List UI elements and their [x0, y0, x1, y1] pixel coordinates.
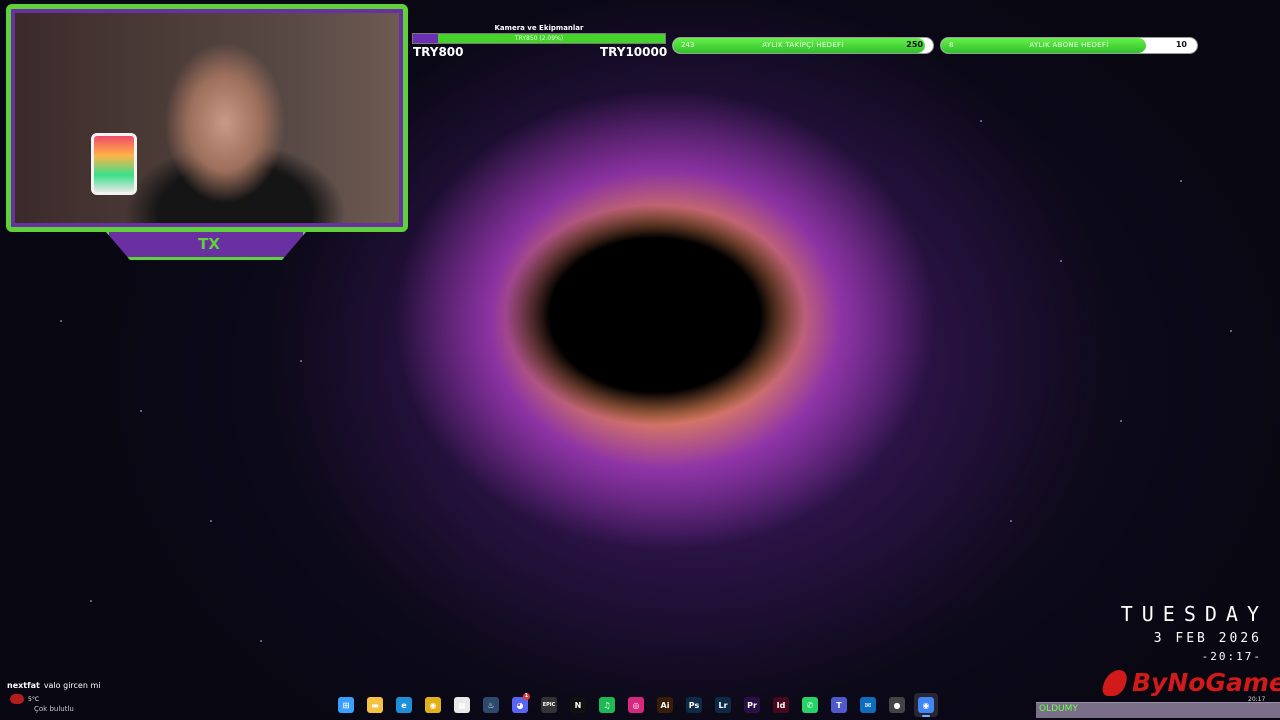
tray-overlay: OLDUMY	[1036, 702, 1280, 718]
spotify-icon[interactable]: ♫	[595, 693, 619, 717]
streamer-logo-icon: TX	[198, 235, 220, 253]
clock-date: 3 FEB 2026	[1153, 631, 1262, 646]
windows-start-icon[interactable]: ⊞	[334, 693, 358, 717]
premiere-icon-glyph: Pr	[744, 697, 760, 713]
webcam-frame	[6, 4, 408, 232]
webcam-feed	[15, 13, 399, 223]
whatsapp-icon[interactable]: ✆	[798, 693, 822, 717]
notification-badge: 1	[523, 693, 530, 700]
instagram-icon-glyph: ◎	[628, 697, 644, 713]
chrome-browser-icon[interactable]: ◉	[421, 693, 445, 717]
illustrator-icon[interactable]: Ai	[653, 693, 677, 717]
follower-goal-max: 250	[906, 40, 923, 49]
microsoft-store-icon[interactable]: ▦	[450, 693, 474, 717]
file-explorer-icon[interactable]: ▬	[363, 693, 387, 717]
steam-icon[interactable]: ♨	[479, 693, 503, 717]
follower-goal-bar: 243 AYLIK TAKİPÇİ HEDEFİ 250	[672, 37, 934, 54]
system-clock[interactable]: 20:17	[1248, 696, 1265, 703]
netflix-icon-glyph: N	[570, 697, 586, 713]
subscriber-goal-label: AYLIK ABONE HEDEFİ	[1029, 41, 1109, 49]
obs-icon-glyph: ●	[889, 697, 905, 713]
chrome-active-icon[interactable]: ◉	[914, 693, 938, 717]
spotify-icon-glyph: ♫	[599, 697, 615, 713]
edge-browser-icon-glyph: e	[396, 697, 412, 713]
whatsapp-icon-glyph: ✆	[802, 697, 818, 713]
microsoft-store-icon-glyph: ▦	[454, 697, 470, 713]
netflix-icon[interactable]: N	[566, 693, 590, 717]
indesign-icon[interactable]: Id	[769, 693, 793, 717]
obs-icon[interactable]: ●	[885, 693, 909, 717]
teams-icon[interactable]: T	[827, 693, 851, 717]
brand-logo: ByNoGame	[1099, 668, 1280, 698]
equipment-goal-min: TRY800	[413, 45, 464, 59]
chat-message: nextfat valo gircen mi	[7, 681, 100, 690]
edge-browser-icon[interactable]: e	[392, 693, 416, 717]
tray-label: OLDUMY	[1039, 704, 1078, 714]
outlook-icon[interactable]: ✉	[856, 693, 880, 717]
discord-icon[interactable]: ◕ 1	[508, 693, 532, 717]
photoshop-icon[interactable]: Ps	[682, 693, 706, 717]
equipment-goal-bar: TRY850 (2.09%)	[412, 33, 666, 44]
clock-day: TUESDAY	[1120, 602, 1268, 626]
brand-name: ByNoGame	[1132, 668, 1280, 697]
rgb-mug	[91, 133, 137, 195]
instagram-icon[interactable]: ◎	[624, 693, 648, 717]
clock-time: -20:17-	[1201, 650, 1262, 663]
photoshop-icon-glyph: Ps	[686, 697, 702, 713]
equipment-goal-max: TRY10000	[600, 45, 668, 59]
outlook-icon-glyph: ✉	[860, 697, 876, 713]
subscriber-goal-bar: 8 AYLIK ABONE HEDEFİ 10	[940, 37, 1198, 54]
chrome-browser-icon-glyph: ◉	[425, 697, 441, 713]
illustrator-icon-glyph: Ai	[657, 697, 673, 713]
taskbar: ⊞ ▬ e ◉ ▦ ♨ ◕ 1 EPIC N ♫ ◎ Ai Ps Lr Pr Id ✆ T ✉ ● ◉	[334, 692, 938, 718]
lightroom-icon-glyph: Lr	[715, 697, 731, 713]
indesign-icon-glyph: Id	[773, 697, 789, 713]
steam-icon-glyph: ♨	[483, 697, 499, 713]
brand-mark-icon	[1099, 670, 1131, 696]
chrome-active-icon-glyph: ◉	[918, 697, 934, 713]
teams-icon-glyph: T	[831, 697, 847, 713]
chat-text: valo gircen mi	[43, 681, 101, 690]
windows-start-icon-glyph: ⊞	[338, 697, 354, 713]
equipment-goal-progress-text: TRY850 (2.09%)	[514, 35, 564, 42]
weather-widget[interactable]: 5°C	[10, 694, 39, 704]
weather-condition: Çok bulutlu	[34, 705, 74, 713]
chat-username: nextfat	[7, 681, 40, 690]
weather-temperature: 5°C	[28, 695, 40, 703]
equipment-goal-title: Kamera ve Ekipmanlar	[494, 24, 584, 32]
subscriber-goal-max: 10	[1175, 40, 1187, 49]
follower-goal-label: AYLIK TAKİPÇİ HEDEFİ	[762, 41, 844, 49]
epic-games-icon-glyph: EPIC	[541, 697, 557, 713]
epic-games-icon[interactable]: EPIC	[537, 693, 561, 717]
lightroom-icon[interactable]: Lr	[711, 693, 735, 717]
file-explorer-icon-glyph: ▬	[367, 697, 383, 713]
premiere-icon[interactable]: Pr	[740, 693, 764, 717]
cloud-icon	[10, 694, 24, 704]
